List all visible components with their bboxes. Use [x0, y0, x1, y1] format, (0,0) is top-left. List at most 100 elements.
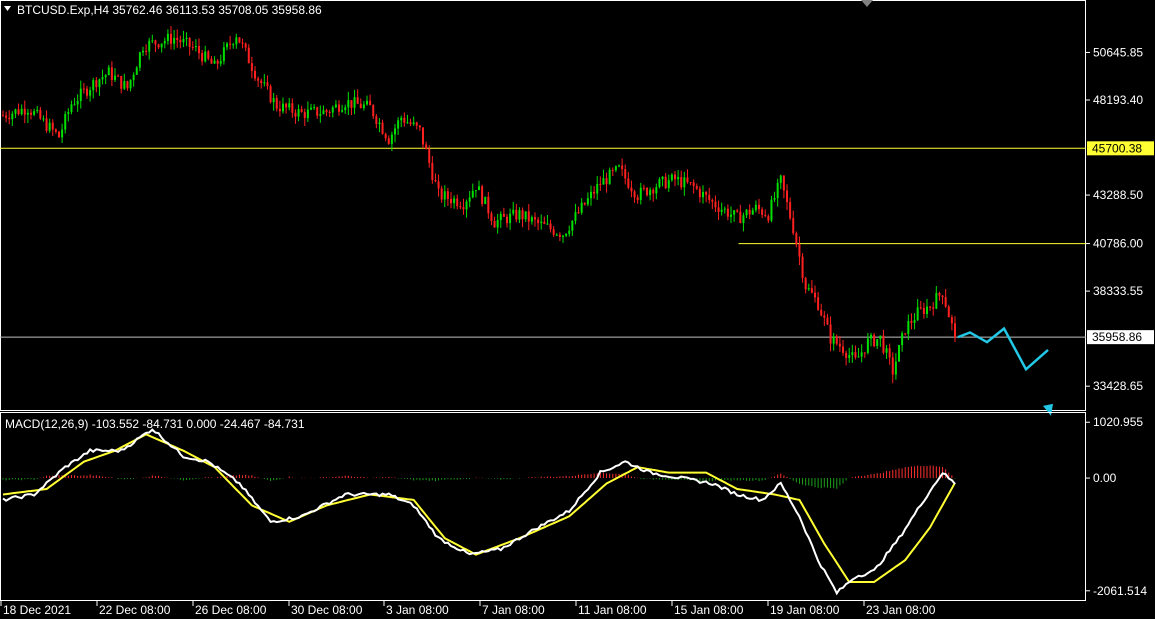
chart-title: BTCUSD.Exp,H4 35762.46 36113.53 35708.05…	[17, 3, 322, 17]
candle	[580, 198, 583, 215]
candle	[642, 184, 645, 191]
candle	[403, 112, 406, 127]
candle	[98, 78, 101, 96]
price-tick: 33428.65	[1086, 379, 1143, 393]
candle	[328, 109, 331, 118]
candle	[232, 42, 235, 49]
macd-line	[2, 428, 956, 596]
candle	[950, 314, 953, 331]
price-axis: 50645.85 48193.40 43288.50 40786.00 38333.55…	[1086, 45, 1154, 393]
candle	[832, 332, 835, 351]
candle	[807, 283, 810, 291]
candle	[565, 233, 568, 238]
svg-text:35958.86: 35958.86	[1092, 330, 1142, 344]
candle	[804, 276, 807, 294]
price-tick: 40786.00	[1086, 237, 1143, 251]
candle	[173, 29, 176, 50]
candle	[275, 95, 278, 112]
candle	[241, 38, 244, 49]
chart-menu-arrow-icon[interactable]	[4, 6, 11, 11]
candle	[8, 110, 11, 125]
candle	[135, 66, 138, 75]
candle	[817, 291, 820, 311]
svg-text:19 Jan 08:00: 19 Jan 08:00	[770, 603, 840, 617]
candle	[372, 104, 375, 120]
candle	[254, 66, 256, 81]
candle	[434, 173, 437, 183]
candle	[705, 190, 708, 203]
candle	[300, 105, 303, 113]
candle	[776, 178, 779, 207]
candle	[110, 61, 113, 87]
candle	[138, 51, 141, 72]
candle	[730, 206, 732, 224]
candle	[686, 169, 689, 184]
candle	[543, 216, 546, 225]
svg-text:40786.00: 40786.00	[1093, 237, 1143, 251]
candle	[515, 203, 518, 223]
candle	[873, 332, 876, 348]
candle	[207, 50, 210, 61]
candle	[593, 186, 596, 199]
candle	[866, 332, 869, 355]
candle	[36, 105, 39, 114]
candle	[263, 74, 266, 87]
candle	[913, 313, 916, 330]
candle	[17, 103, 20, 116]
candle	[552, 226, 555, 237]
candle	[260, 78, 263, 89]
candle	[219, 54, 222, 67]
candle	[907, 314, 910, 341]
candle	[440, 185, 443, 203]
candle	[739, 204, 742, 224]
svg-text:1020.955: 1020.955	[1093, 415, 1143, 429]
time-tick: 23 Jan 08:00	[863, 601, 936, 617]
candle	[104, 73, 107, 85]
candle	[474, 190, 477, 198]
svg-text:43288.50: 43288.50	[1093, 188, 1143, 202]
candle	[471, 183, 474, 199]
candle	[176, 29, 179, 48]
candle	[459, 201, 462, 210]
candle	[761, 207, 764, 219]
candle	[695, 183, 698, 191]
candle	[823, 311, 826, 326]
candle	[487, 191, 490, 219]
candle	[95, 77, 98, 93]
candle	[5, 111, 8, 123]
candle	[179, 35, 182, 49]
candle	[282, 97, 284, 114]
candle	[944, 288, 947, 308]
chart-window: 50645.85 48193.40 43288.50 40786.00 38333.55…	[0, 0, 1154, 617]
candle	[929, 305, 932, 311]
candle	[20, 104, 23, 116]
candle	[726, 204, 729, 221]
candle	[733, 210, 736, 222]
candle	[748, 204, 751, 220]
candle	[689, 181, 692, 186]
candle	[863, 352, 866, 358]
candle	[384, 132, 387, 142]
macd-tick: 0.00	[1086, 471, 1117, 485]
candle	[366, 95, 368, 106]
candle	[926, 298, 928, 319]
candle	[33, 108, 36, 117]
candle	[627, 172, 630, 190]
macd-lines	[2, 428, 956, 596]
candle	[278, 100, 281, 117]
candle	[898, 344, 900, 362]
svg-text:18 Dec 2021: 18 Dec 2021	[3, 603, 71, 617]
candle	[381, 119, 384, 135]
macd-tick: 1020.955	[1086, 415, 1143, 429]
candle	[269, 84, 272, 104]
candle	[655, 183, 658, 200]
candle	[82, 83, 85, 94]
candle	[194, 39, 197, 52]
candle	[683, 171, 686, 196]
candle	[148, 37, 151, 60]
candle	[114, 68, 116, 82]
chart-shift-marker-icon[interactable]	[861, 0, 873, 7]
time-tick: 15 Jan 08:00	[671, 601, 744, 617]
macd-histogram	[2, 465, 956, 489]
candle	[412, 116, 415, 126]
